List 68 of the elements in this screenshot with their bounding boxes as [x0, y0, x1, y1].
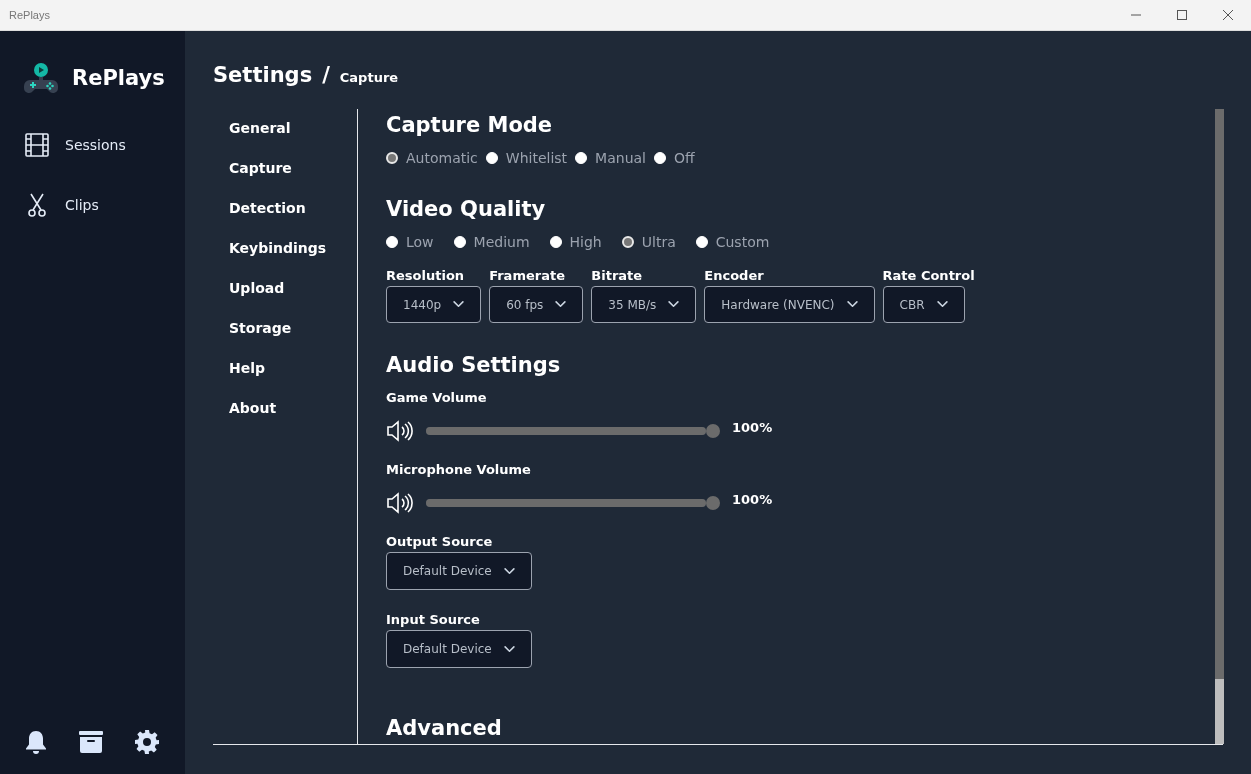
radio-option[interactable]: Medium	[453, 234, 530, 250]
sidebar-item[interactable]: Sessions	[25, 133, 185, 157]
radio-option[interactable]: High	[549, 234, 602, 250]
maximize-icon[interactable]	[1177, 10, 1187, 20]
settings-nav-item[interactable]: About	[229, 397, 277, 418]
chevron-down-icon	[936, 301, 948, 308]
settings-nav-item[interactable]: Detection	[229, 197, 306, 218]
field-label: Bitrate	[591, 268, 644, 283]
scrollbar[interactable]	[1215, 109, 1224, 744]
radio-option[interactable]: Off	[653, 150, 695, 166]
window-title: RePlays	[9, 9, 51, 21]
chevron-down-icon	[453, 301, 465, 308]
field-label: Game Volume	[386, 390, 488, 405]
radio-option[interactable]: Ultra	[621, 234, 676, 250]
volume-reading: 100%	[732, 491, 773, 507]
chevron-down-icon	[503, 645, 515, 653]
breadcrumb-separator: /	[322, 63, 330, 87]
sidebar-item[interactable]: Clips	[25, 193, 185, 217]
settings-nav-item[interactable]: Storage	[229, 317, 292, 338]
dropdown[interactable]: 60 fps	[489, 286, 584, 323]
bell-icon[interactable]	[25, 730, 47, 754]
field-label: Resolution	[386, 268, 466, 283]
section-title: Capture Mode	[386, 113, 554, 137]
dropdown[interactable]: Default Device	[386, 552, 532, 590]
settings-nav-item[interactable]: Help	[229, 357, 266, 378]
settings-nav-item[interactable]: Keybindings	[229, 237, 327, 258]
dropdown[interactable]: 35 MB/s	[591, 286, 697, 323]
film-icon	[25, 133, 49, 157]
chevron-down-icon	[555, 301, 567, 308]
section-title: Advanced	[386, 716, 503, 740]
speaker-icon	[386, 492, 414, 514]
chevron-down-icon	[846, 301, 858, 308]
radio-option[interactable]: Low	[386, 234, 434, 250]
field-label: Framerate	[489, 268, 566, 283]
settings-nav-item[interactable]: Capture	[229, 157, 292, 178]
slider-thumb[interactable]	[706, 496, 720, 510]
radio-option[interactable]: Whitelist	[485, 150, 568, 166]
scissors-icon	[27, 193, 47, 217]
settings-icon[interactable]	[135, 730, 159, 754]
section-title: Audio Settings	[386, 353, 562, 377]
radio-option[interactable]: Manual	[575, 150, 646, 166]
section-title: Video Quality	[386, 197, 547, 221]
field-label: Microphone Volume	[386, 462, 532, 477]
dropdown[interactable]: Default Device	[386, 630, 532, 668]
volume-reading: 100%	[732, 419, 773, 435]
speaker-icon	[386, 420, 414, 442]
dropdown[interactable]: Hardware (NVENC)	[704, 286, 875, 323]
chevron-down-icon	[668, 301, 680, 308]
field-label: Output Source	[386, 534, 494, 549]
field-label: Encoder	[704, 268, 765, 283]
page-subtitle: Capture	[339, 70, 399, 85]
gamepad-logo-icon	[24, 62, 58, 94]
chevron-down-icon	[503, 567, 515, 575]
field-label: Rate Control	[882, 268, 975, 283]
archive-icon[interactable]	[79, 731, 103, 753]
radio-option[interactable]: Automatic	[386, 150, 478, 166]
dropdown[interactable]: 1440p	[386, 286, 482, 323]
slider-thumb[interactable]	[706, 424, 720, 438]
field-label: Input Source	[386, 612, 481, 627]
settings-nav-item[interactable]: Upload	[229, 277, 285, 298]
volume-slider[interactable]	[426, 496, 720, 510]
page-title: Settings	[213, 63, 313, 87]
close-icon[interactable]	[1223, 10, 1233, 20]
volume-slider[interactable]	[426, 424, 720, 438]
dropdown[interactable]: CBR	[882, 286, 965, 323]
app-name: RePlays	[72, 66, 165, 90]
radio-option[interactable]: Custom	[695, 234, 770, 250]
settings-nav-item[interactable]: General	[229, 117, 291, 138]
